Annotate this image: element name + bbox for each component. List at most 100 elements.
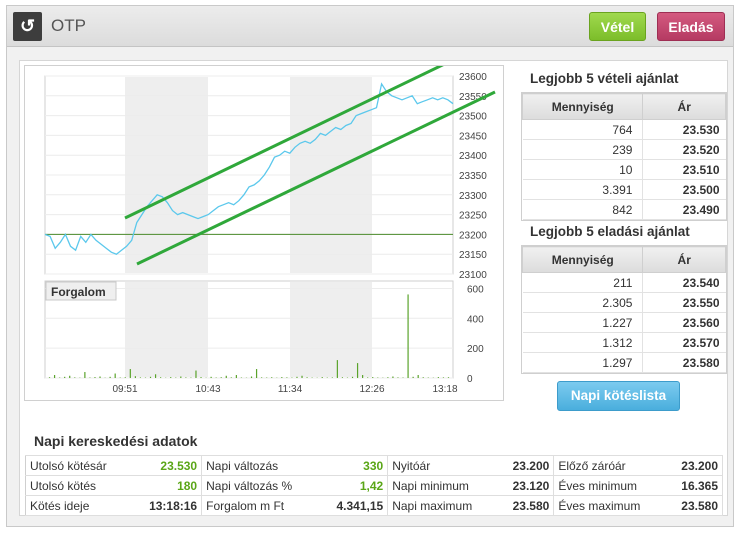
- sell-orders-title: Legjobb 5 eladási ajánlat: [530, 224, 690, 239]
- order-quantity: 1.312: [522, 332, 644, 353]
- sell-button[interactable]: Eladás: [657, 12, 725, 41]
- y-tick-label: 23100: [459, 270, 487, 281]
- daily-row: Utolsó kötés 180 Napi változás % 1,42 Napi m…: [25, 475, 724, 496]
- y-tick-label: 23500: [459, 112, 487, 123]
- volume-tick-label: 0: [467, 374, 473, 385]
- order-price: 23.540: [642, 272, 726, 293]
- order-price: 23.510: [642, 159, 726, 180]
- order-row: 211 23.540: [522, 272, 726, 293]
- order-row: 1.297 23.580: [522, 352, 726, 373]
- y-tick-label: 23400: [459, 151, 487, 162]
- daily-row: Kötés ideje 13:18:16 Forgalom m Ft 4.341,15…: [25, 495, 724, 516]
- order-quantity: 211: [522, 272, 644, 293]
- daily-label: Utolsó kötésár: [25, 455, 132, 476]
- order-quantity: 10: [522, 159, 644, 180]
- volume-tick-label: 600: [467, 284, 484, 295]
- daily-trades-button[interactable]: Napi kötéslista: [557, 381, 680, 411]
- daily-value: 23.120: [497, 475, 555, 496]
- daily-label: Éves maximum: [553, 495, 667, 516]
- volume-tick-label: 200: [467, 344, 484, 355]
- order-price: 23.550: [642, 292, 726, 313]
- price-chart[interactable]: 2360023550235002345023400233502330023250…: [25, 56, 503, 400]
- daily-label: Előző záróár: [553, 455, 667, 476]
- time-band: [290, 282, 372, 377]
- buy-button[interactable]: Vétel: [589, 12, 646, 41]
- daily-value: 23.200: [666, 455, 724, 476]
- order-row: 10 23.510: [522, 159, 726, 180]
- order-quantity: 3.391: [522, 179, 644, 200]
- buy-orders-table: Mennyiség Ár 764 23.530 239 23.520 10 23.510 3…: [521, 93, 726, 220]
- chart-container: 23600 23550 23500 23450 23400 23350 23300 23250…: [24, 56, 504, 401]
- sell-orders-box: Mennyiség Ár 211 23.540 2.305 23.550 1.227 23…: [521, 245, 727, 374]
- order-price: 23.580: [642, 352, 726, 373]
- order-row: 1.227 23.560: [522, 312, 726, 333]
- y-tick-label: 23300: [459, 191, 487, 202]
- volume-tick-label: 400: [467, 314, 484, 325]
- daily-label: Napi változás %: [201, 475, 320, 496]
- order-row: 764 23.530: [522, 119, 726, 140]
- y-tick-label: 23600: [459, 72, 487, 83]
- x-tick-label: 10:43: [195, 384, 220, 395]
- y-tick-label: 23200: [459, 230, 487, 241]
- order-price: 23.570: [642, 332, 726, 353]
- order-quantity: 239: [522, 139, 644, 160]
- daily-value: 23.580: [666, 495, 724, 516]
- page-title: OTP: [51, 16, 86, 35]
- y-tick-label: 23450: [459, 131, 487, 142]
- daily-label: Éves minimum: [553, 475, 667, 496]
- order-quantity: 2.305: [522, 292, 644, 313]
- order-row: 1.312 23.570: [522, 332, 726, 353]
- x-tick-label: 09:51: [112, 384, 137, 395]
- daily-label: Napi változás: [201, 455, 320, 476]
- daily-label: Napi maximum: [387, 495, 498, 516]
- daily-value: 23.530: [131, 455, 203, 476]
- daily-row: Utolsó kötésár 23.530 Napi változás 330 Nyit…: [25, 455, 724, 476]
- daily-label: Nyitóár: [387, 455, 498, 476]
- y-tick-label: 23150: [459, 250, 487, 261]
- daily-value: 330: [319, 455, 389, 476]
- order-price: 23.500: [642, 179, 726, 200]
- col-price[interactable]: Ár: [642, 93, 726, 120]
- order-quantity: 1.297: [522, 352, 644, 373]
- order-price: 23.520: [642, 139, 726, 160]
- daily-value: 13:18:16: [131, 495, 203, 516]
- order-quantity: 842: [522, 199, 644, 220]
- order-row: 239 23.520: [522, 139, 726, 160]
- y-tick-label: 23350: [459, 171, 487, 182]
- order-quantity: 764: [522, 119, 644, 140]
- x-tick-label: 11:34: [278, 384, 303, 395]
- order-price: 23.530: [642, 119, 726, 140]
- col-quantity[interactable]: Mennyiség: [521, 93, 644, 120]
- order-row: 2.305 23.550: [522, 292, 726, 313]
- daily-value: 23.580: [497, 495, 555, 516]
- order-row: 3.391 23.500: [522, 179, 726, 200]
- main-panel: 23600 23550 23500 23450 23400 23350 23300 23250…: [19, 56, 728, 516]
- volume-label: Forgalom: [51, 285, 106, 299]
- buy-orders-title: Legjobb 5 vételi ajánlat: [530, 71, 679, 86]
- order-row: 842 23.490: [522, 199, 726, 220]
- x-tick-label: 13:18: [432, 384, 457, 395]
- daily-value: 1,42: [319, 475, 389, 496]
- daily-data-table: Utolsó kötésár 23.530 Napi változás 330 Nyit…: [25, 455, 724, 516]
- back-arrow-icon: ↺: [19, 16, 36, 36]
- order-quantity: 1.227: [522, 312, 644, 333]
- daily-data-title: Napi kereskedési adatok: [34, 433, 198, 449]
- header-bar: ↺ OTP Vétel Eladás: [7, 6, 733, 47]
- app-window: ↺ OTP Vétel Eladás 23600 23550 23500 23450 2…: [6, 5, 734, 527]
- sell-orders-table: Mennyiség Ár 211 23.540 2.305 23.550 1.227 23…: [521, 246, 726, 373]
- daily-label: Kötés ideje: [25, 495, 132, 516]
- order-price: 23.560: [642, 312, 726, 333]
- time-band: [125, 282, 208, 377]
- daily-label: Utolsó kötés: [25, 475, 132, 496]
- x-tick-label: 12:26: [359, 384, 384, 395]
- daily-value: 23.200: [497, 455, 555, 476]
- col-quantity[interactable]: Mennyiség: [521, 246, 644, 273]
- y-tick-label: 23250: [459, 211, 487, 222]
- daily-value: 4.341,15: [319, 495, 389, 516]
- back-button[interactable]: ↺: [13, 12, 42, 41]
- daily-label: Napi minimum: [387, 475, 498, 496]
- order-price: 23.490: [642, 199, 726, 220]
- col-price[interactable]: Ár: [642, 246, 726, 273]
- buy-orders-box: Mennyiség Ár 764 23.530 239 23.520 10 23.510 3…: [521, 92, 727, 221]
- daily-value: 16.365: [666, 475, 724, 496]
